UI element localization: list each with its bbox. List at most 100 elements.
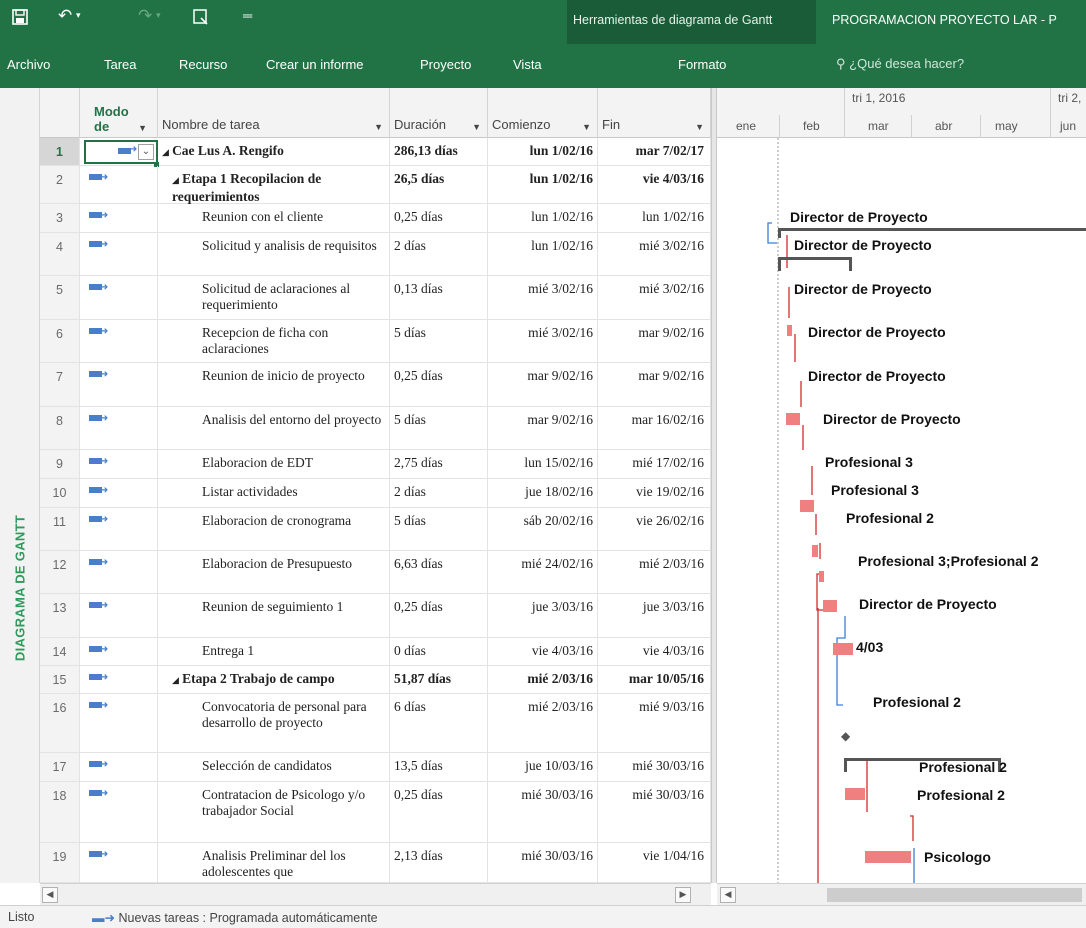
table-row[interactable]: 6 ➜ Recepcion de ficha con aclaraciones 5 d… bbox=[40, 320, 711, 363]
task-mode-cell[interactable]: ➜ bbox=[80, 363, 158, 406]
duration-cell[interactable]: 0,25 días bbox=[390, 594, 488, 637]
duration-cell[interactable]: 0 días bbox=[390, 638, 488, 665]
milestone-diamond-icon[interactable]: ◆ bbox=[841, 729, 850, 743]
finish-cell[interactable]: vie 4/03/16 bbox=[598, 166, 711, 203]
start-cell[interactable]: jue 18/02/16 bbox=[488, 479, 598, 507]
finish-cell[interactable]: mié 30/03/16 bbox=[598, 753, 711, 781]
column-header-name[interactable]: Nombre de tarea ▼ bbox=[158, 88, 390, 138]
task-name-cell[interactable]: Recepcion de ficha con aclaraciones bbox=[158, 320, 390, 362]
start-cell[interactable]: vie 4/03/16 bbox=[488, 638, 598, 665]
duration-cell[interactable]: 13,5 días bbox=[390, 753, 488, 781]
task-mode-cell[interactable]: ➜ bbox=[80, 694, 158, 752]
row-id[interactable]: 13 bbox=[40, 594, 80, 637]
duration-cell[interactable]: 0,13 días bbox=[390, 276, 488, 319]
duration-cell[interactable]: 26,5 días bbox=[390, 166, 488, 203]
table-row[interactable]: 14 ➜ Entrega 10 días vie 4/03/16 vie 4/03/16 bbox=[40, 638, 711, 666]
task-name-cell[interactable]: Analisis del entorno del proyecto bbox=[158, 407, 390, 449]
finish-cell[interactable]: mié 17/02/16 bbox=[598, 450, 711, 478]
table-row[interactable]: 15 ➜ ◢ Etapa 2 Trabajo de campo 51,87 días m… bbox=[40, 666, 711, 694]
table-row[interactable]: 16 ➜ Convocatoria de personal para desarro… bbox=[40, 694, 711, 753]
row-id[interactable]: 3 bbox=[40, 204, 80, 232]
start-cell[interactable]: mié 30/03/16 bbox=[488, 843, 598, 882]
row-id[interactable]: 9 bbox=[40, 450, 80, 478]
task-mode-status[interactable]: ▬➜ Nuevas tareas : Programada automática… bbox=[92, 910, 378, 925]
task-mode-cell[interactable]: ➜ bbox=[80, 551, 158, 593]
task-mode-cell[interactable]: ➜ bbox=[80, 166, 158, 203]
task-mode-cell[interactable]: ➜ bbox=[80, 638, 158, 665]
duration-cell[interactable]: 2 días bbox=[390, 233, 488, 275]
table-row[interactable]: 4 ➜ Solicitud y analisis de requisitos 2 dí… bbox=[40, 233, 711, 276]
scroll-left-icon[interactable]: ◀ bbox=[720, 887, 736, 903]
task-mode-cell[interactable]: ➜ bbox=[80, 843, 158, 882]
start-cell[interactable]: mié 24/02/16 bbox=[488, 551, 598, 593]
start-cell[interactable]: lun 1/02/16 bbox=[488, 138, 598, 165]
start-cell[interactable]: sáb 20/02/16 bbox=[488, 508, 598, 550]
finish-cell[interactable]: mar 16/02/16 bbox=[598, 407, 711, 449]
finish-cell[interactable]: lun 1/02/16 bbox=[598, 204, 711, 232]
task-mode-cell[interactable]: ➜ bbox=[80, 233, 158, 275]
row-id[interactable]: 5 bbox=[40, 276, 80, 319]
finish-cell[interactable]: mar 7/02/17 bbox=[598, 138, 711, 165]
finish-cell[interactable]: vie 19/02/16 bbox=[598, 479, 711, 507]
duration-cell[interactable]: 51,87 días bbox=[390, 666, 488, 693]
duration-cell[interactable]: 0,25 días bbox=[390, 204, 488, 232]
finish-cell[interactable]: mié 2/03/16 bbox=[598, 551, 711, 593]
task-name-cell[interactable]: Reunion de seguimiento 1 bbox=[158, 594, 390, 637]
tab-tarea[interactable]: Tarea bbox=[104, 57, 137, 72]
task-name-cell[interactable]: ◢ Cae Lus A. Rengifo bbox=[158, 138, 390, 165]
finish-cell[interactable]: mié 30/03/16 bbox=[598, 782, 711, 842]
task-mode-cell[interactable]: ➜ bbox=[80, 204, 158, 232]
task-name-cell[interactable]: Elaboracion de Presupuesto bbox=[158, 551, 390, 593]
finish-cell[interactable]: mié 3/02/16 bbox=[598, 233, 711, 275]
duration-cell[interactable]: 0,25 días bbox=[390, 363, 488, 406]
finish-cell[interactable]: mar 9/02/16 bbox=[598, 320, 711, 362]
tab-vista[interactable]: Vista bbox=[513, 57, 542, 72]
scroll-thumb[interactable] bbox=[827, 888, 1082, 902]
chevron-down-icon[interactable]: ▼ bbox=[374, 122, 383, 132]
chevron-down-icon[interactable]: ▼ bbox=[695, 122, 704, 132]
task-bar[interactable] bbox=[812, 545, 818, 557]
duration-cell[interactable]: 0,25 días bbox=[390, 782, 488, 842]
column-header-duration[interactable]: Duración ▼ bbox=[390, 88, 488, 138]
table-row[interactable]: 19 ➜ Analisis Preliminar del los adolescen… bbox=[40, 843, 711, 883]
task-name-cell[interactable]: Selección de candidatos bbox=[158, 753, 390, 781]
task-name-cell[interactable]: Analisis Preliminar del los adolescentes… bbox=[158, 843, 390, 882]
duration-cell[interactable]: 286,13 días bbox=[390, 138, 488, 165]
column-header-start[interactable]: Comienzo ▼ bbox=[488, 88, 598, 138]
task-mode-cell[interactable]: ➜ bbox=[80, 276, 158, 319]
task-name-cell[interactable]: Contratacion de Psicologo y/o trabajador… bbox=[158, 782, 390, 842]
start-cell[interactable]: jue 3/03/16 bbox=[488, 594, 598, 637]
table-row[interactable]: 17 ➜ Selección de candidatos 13,5 días jue 1… bbox=[40, 753, 711, 782]
chevron-down-icon[interactable]: ▼ bbox=[138, 123, 147, 133]
task-name-cell[interactable]: Solicitud de aclaraciones al requerimien… bbox=[158, 276, 390, 319]
task-bar[interactable] bbox=[786, 413, 800, 425]
table-row[interactable]: 7 ➜ Reunion de inicio de proyecto 0,25 días… bbox=[40, 363, 711, 407]
undo-icon[interactable]: ↶ bbox=[58, 6, 72, 26]
table-row[interactable]: 18 ➜ Contratacion de Psicologo y/o trabaja… bbox=[40, 782, 711, 843]
task-bar[interactable] bbox=[819, 571, 824, 582]
collapse-icon[interactable]: ◢ bbox=[162, 148, 172, 158]
tab-recurso[interactable]: Recurso bbox=[179, 57, 227, 72]
start-cell[interactable]: mié 2/03/16 bbox=[488, 694, 598, 752]
tab-formato[interactable]: Formato bbox=[678, 57, 726, 72]
table-row[interactable]: 5 ➜ Solicitud de aclaraciones al requerimi… bbox=[40, 276, 711, 320]
collapse-icon[interactable]: ◢ bbox=[172, 676, 182, 686]
row-id[interactable]: 15 bbox=[40, 666, 80, 693]
scroll-right-icon[interactable]: ▶ bbox=[675, 887, 691, 903]
row-id[interactable]: 2 bbox=[40, 166, 80, 203]
task-name-cell[interactable]: Reunion de inicio de proyecto bbox=[158, 363, 390, 406]
task-mode-cell[interactable]: ➜ bbox=[80, 508, 158, 550]
task-bar[interactable] bbox=[833, 643, 853, 655]
save-icon[interactable] bbox=[12, 9, 28, 30]
select-all-corner[interactable] bbox=[40, 88, 80, 138]
task-name-cell[interactable]: Reunion con el cliente bbox=[158, 204, 390, 232]
task-mode-cell[interactable]: ➜ bbox=[80, 782, 158, 842]
finish-cell[interactable]: mié 9/03/16 bbox=[598, 694, 711, 752]
table-row[interactable]: 3 ➜ Reunion con el cliente 0,25 días lun 1/0… bbox=[40, 204, 711, 233]
finish-cell[interactable]: mar 9/02/16 bbox=[598, 363, 711, 406]
start-cell[interactable]: mié 3/02/16 bbox=[488, 276, 598, 319]
row-id[interactable]: 11 bbox=[40, 508, 80, 550]
start-cell[interactable]: jue 10/03/16 bbox=[488, 753, 598, 781]
row-id[interactable]: 7 bbox=[40, 363, 80, 406]
summary-bar[interactable] bbox=[778, 257, 852, 271]
